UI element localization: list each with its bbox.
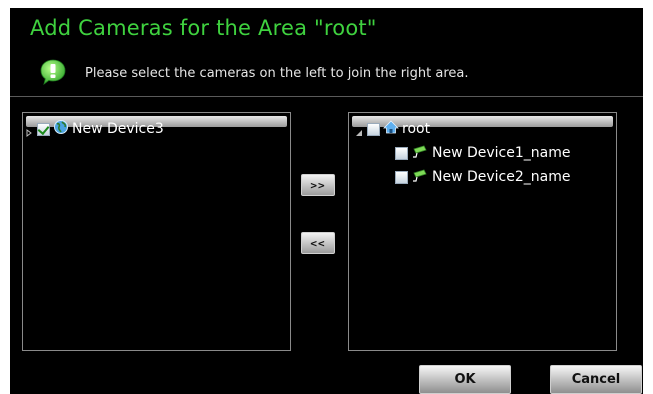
device-globe-icon — [53, 119, 69, 139]
cancel-button[interactable]: Cancel — [550, 365, 642, 394]
device3-label: New Device3 — [72, 121, 164, 137]
info-bubble-icon — [39, 58, 67, 86]
device2-checkbox[interactable] — [395, 170, 408, 184]
device1-label: New Device1_name — [432, 145, 571, 161]
add-cameras-dialog: Add Cameras for the Area "root" Please s… — [10, 8, 643, 394]
dialog-title: Add Cameras for the Area "root" — [30, 16, 377, 40]
separator — [10, 96, 643, 97]
ok-button[interactable]: OK — [419, 365, 511, 394]
expand-arrow-icon[interactable] — [25, 125, 33, 137]
home-icon — [383, 119, 399, 139]
camera-icon — [411, 168, 429, 186]
tree-node-device3[interactable]: New Device3 — [25, 120, 164, 138]
hint-text: Please select the cameras on the left to… — [85, 66, 469, 81]
tree-node-device2[interactable]: New Device2_name — [395, 168, 570, 186]
device2-label: New Device2_name — [432, 169, 571, 185]
collapse-arrow-icon[interactable] — [355, 125, 363, 136]
device1-checkbox[interactable] — [395, 146, 408, 160]
area-panel[interactable]: root New Device1_name New Device2_name — [348, 112, 617, 351]
available-devices-panel[interactable]: New Device3 — [22, 112, 291, 351]
root-checkbox[interactable] — [367, 122, 380, 136]
remove-from-area-button[interactable]: << — [301, 232, 335, 254]
add-to-area-button[interactable]: >> — [301, 174, 335, 196]
camera-icon — [411, 144, 429, 162]
tree-node-root[interactable]: root — [355, 120, 430, 138]
tree-node-device1[interactable]: New Device1_name — [395, 144, 570, 162]
device3-checkbox[interactable] — [37, 122, 50, 136]
root-label: root — [402, 121, 431, 137]
